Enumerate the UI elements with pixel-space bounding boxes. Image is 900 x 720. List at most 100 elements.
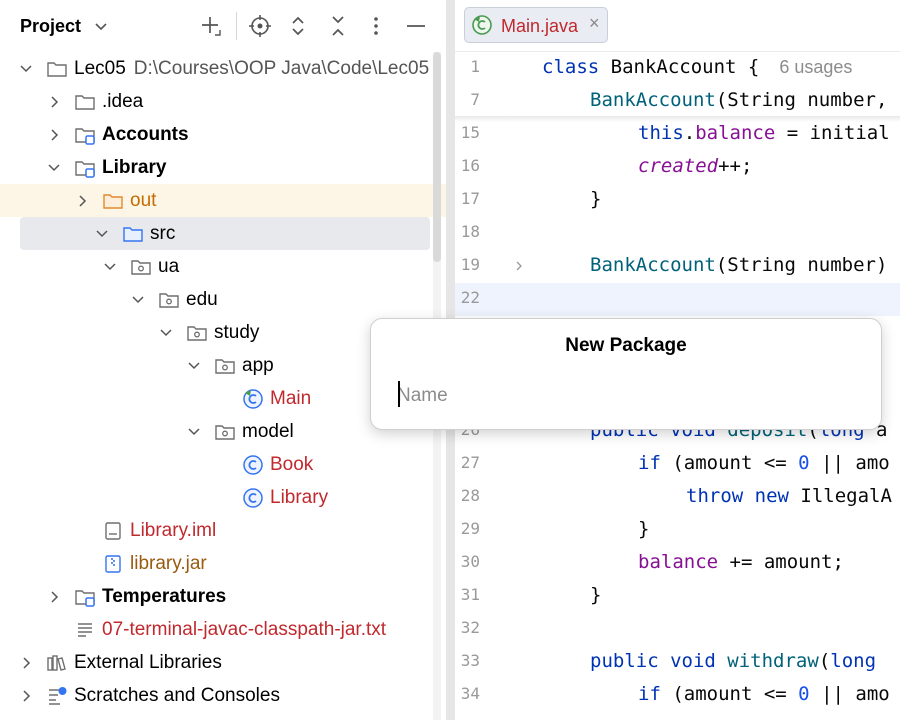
tree-node-label: Lec05 D:\Courses\OOP Java\Code\Lec05 xyxy=(74,58,430,79)
chevron-down-icon[interactable] xyxy=(158,325,174,341)
line-number: 28 xyxy=(460,486,480,505)
tree-node-label: Library xyxy=(102,157,167,178)
dialog-title: New Package xyxy=(565,335,687,356)
jar-file-icon xyxy=(105,555,121,573)
code-text: } xyxy=(638,518,650,540)
tree-node-library[interactable]: Library xyxy=(0,151,446,184)
chevron-right-icon[interactable] xyxy=(18,688,34,704)
code-line[interactable]: 28 throw new IllegalA xyxy=(455,481,900,514)
fold-chevron-icon[interactable] xyxy=(513,260,525,272)
scratches-icon xyxy=(49,687,67,705)
sticky-lines-shadow xyxy=(455,116,900,122)
header-separator xyxy=(236,12,237,40)
line-number: 7 xyxy=(470,90,480,109)
excluded-folder-icon xyxy=(103,194,123,209)
package-icon xyxy=(131,260,151,275)
chevron-down-icon[interactable] xyxy=(18,61,34,77)
minimize-icon[interactable] xyxy=(403,13,429,39)
tree-node-book[interactable]: Book xyxy=(0,448,446,481)
line-number: 32 xyxy=(460,618,480,637)
tree-node-library-jar[interactable]: library.jar xyxy=(0,547,446,580)
package-icon xyxy=(215,359,235,374)
tree-scrollbar-thumb[interactable] xyxy=(433,52,441,262)
code-line[interactable]: 27 if (amount <= 0 || amo xyxy=(455,448,900,481)
chevron-down-icon[interactable] xyxy=(92,17,110,35)
code-text: BankAccount(String number, xyxy=(590,89,888,111)
code-line[interactable]: 33 public void withdraw(long xyxy=(455,646,900,679)
code-line[interactable]: 1 class BankAccount {6 usages xyxy=(455,52,900,85)
chevron-right-icon[interactable] xyxy=(74,193,90,209)
tree-node-scratches-and-consoles[interactable]: Scratches and Consoles xyxy=(0,679,446,712)
tree-node-library[interactable]: Library xyxy=(0,481,446,514)
chevron-down-icon[interactable] xyxy=(186,358,202,374)
code-text: class BankAccount {6 usages xyxy=(542,56,853,78)
code-line[interactable]: 30 balance += amount; xyxy=(455,547,900,580)
tree-node-label: Main xyxy=(270,388,312,409)
code-line[interactable]: 19 BankAccount(String number) xyxy=(455,250,900,283)
tree-node-label: Book xyxy=(270,454,314,475)
more-icon[interactable] xyxy=(363,13,389,39)
module-folder-icon xyxy=(75,128,95,145)
code-line[interactable]: 31} xyxy=(455,580,900,613)
tree-node-library-iml[interactable]: Library.iml xyxy=(0,514,446,547)
code-line[interactable]: 29} xyxy=(455,514,900,547)
project-panel-header: Project xyxy=(0,0,446,52)
folder-icon xyxy=(75,95,95,110)
code-line[interactable]: 18 xyxy=(455,217,900,250)
code-text: } xyxy=(590,584,602,606)
code-line[interactable]: 32 xyxy=(455,613,900,646)
new-file-icon[interactable] xyxy=(198,13,224,39)
code-line[interactable]: 22 xyxy=(455,283,900,316)
tree-node-external-libraries[interactable]: External Libraries xyxy=(0,646,446,679)
tree-node-label: .idea xyxy=(102,91,144,112)
tab-main-java[interactable]: Main.java × xyxy=(464,7,608,43)
code-line[interactable]: 7 BankAccount(String number, xyxy=(455,85,900,118)
code-line[interactable]: 17} xyxy=(455,184,900,217)
chevron-down-icon[interactable] xyxy=(186,424,202,440)
tree-node-label: model xyxy=(242,421,294,442)
collapse-all-icon[interactable] xyxy=(325,13,351,39)
line-number: 27 xyxy=(460,453,480,472)
package-name-input[interactable] xyxy=(397,381,857,411)
chevron-right-icon[interactable] xyxy=(46,589,62,605)
tree-node-ua[interactable]: ua xyxy=(0,250,446,283)
chevron-right-icon[interactable] xyxy=(18,655,34,671)
new-package-dialog: New Package xyxy=(370,318,882,430)
close-icon[interactable]: × xyxy=(589,13,600,34)
code-line[interactable]: 34 if (amount <= 0 || amo xyxy=(455,679,900,712)
code-text: if (amount <= 0 || amo xyxy=(638,683,890,705)
tree-node-src[interactable]: src xyxy=(20,217,430,250)
line-number: 15 xyxy=(460,123,480,142)
code-line[interactable]: 16 created++; xyxy=(455,151,900,184)
line-number: 31 xyxy=(460,585,480,604)
tree-node-out[interactable]: out xyxy=(0,184,446,217)
chevron-down-icon[interactable] xyxy=(94,226,110,242)
code-text: created++; xyxy=(638,155,753,177)
chevron-down-icon[interactable] xyxy=(130,292,146,308)
code-text: this.balance = initial xyxy=(638,122,890,144)
code-line[interactable]: 15 this.balance = initial xyxy=(455,118,900,151)
expand-all-icon[interactable] xyxy=(285,13,311,39)
locate-icon[interactable] xyxy=(247,13,273,39)
project-panel-title[interactable]: Project xyxy=(20,16,81,37)
tab-label: Main.java xyxy=(501,16,579,36)
code-text: } xyxy=(590,188,602,210)
chevron-down-icon[interactable] xyxy=(46,160,62,176)
iml-file-icon xyxy=(105,522,121,540)
line-number: 33 xyxy=(460,651,480,670)
tree-node-07-terminal-javac-classpath-jar-txt[interactable]: 07-terminal-javac-classpath-jar.txt xyxy=(0,613,446,646)
line-number: 16 xyxy=(460,156,480,175)
usages-hint[interactable]: 6 usages xyxy=(779,57,852,77)
main-class-icon xyxy=(243,389,263,409)
chevron-right-icon[interactable] xyxy=(46,127,62,143)
tree-node-lec05[interactable]: Lec05 D:\Courses\OOP Java\Code\Lec05 xyxy=(0,52,446,85)
code-text: public void withdraw(long xyxy=(590,650,877,672)
chevron-right-icon[interactable] xyxy=(46,94,62,110)
tree-node-accounts[interactable]: Accounts xyxy=(0,118,446,151)
tree-node-edu[interactable]: edu xyxy=(0,283,446,316)
tree-node-idea[interactable]: .idea xyxy=(0,85,446,118)
tree-node-temperatures[interactable]: Temperatures xyxy=(0,580,446,613)
tree-node-label: 07-terminal-javac-classpath-jar.txt xyxy=(102,619,387,640)
module-folder-icon xyxy=(75,161,95,178)
chevron-down-icon[interactable] xyxy=(102,259,118,275)
